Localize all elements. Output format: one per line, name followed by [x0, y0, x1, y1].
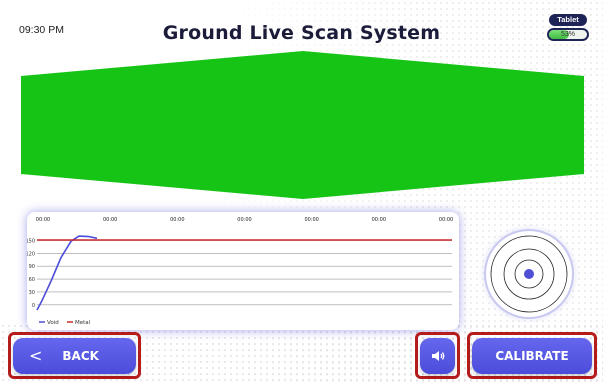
scan-shape: [21, 51, 584, 199]
x-tick-label: 00:00: [36, 217, 50, 223]
speaker-icon: [431, 351, 444, 361]
bottom-bar: < BACK CALIBRATE: [0, 329, 603, 383]
x-tick-label: 00:00: [372, 217, 386, 223]
calibrate-button[interactable]: CALIBRATE: [472, 338, 592, 374]
x-tick-label: 00:00: [237, 217, 251, 223]
sound-button[interactable]: [420, 338, 455, 374]
target-indicator: [484, 229, 574, 319]
y-tick-label: 90: [29, 264, 35, 270]
x-tick-label: 00:00: [304, 217, 318, 223]
x-tick-label: 00:00: [103, 217, 117, 223]
y-tick-label: 30: [29, 290, 35, 296]
legend-label: Metal: [75, 320, 91, 326]
calibrate-button-label: CALIBRATE: [495, 349, 569, 363]
scan-visualization: [21, 51, 584, 199]
chart-panel: 0 30 60 90 120 150 00:00 00:00 00:00 00:00 00:00 00…: [27, 212, 459, 330]
y-tick-label: 60: [29, 277, 35, 283]
back-button[interactable]: < BACK: [13, 338, 136, 374]
x-tick-label: 00:00: [170, 217, 184, 223]
chevron-left-icon: <: [29, 346, 43, 365]
page-title: Ground Live Scan System: [162, 22, 441, 44]
x-tick-label: 00:00: [439, 217, 453, 223]
signal-chart: 0 30 60 90 120 150 00:00 00:00 00:00 00:00 00:00 00…: [27, 217, 453, 326]
legend-label: Void: [47, 320, 59, 326]
device-label: Tablet: [549, 14, 587, 26]
target-dot: [524, 269, 534, 279]
y-tick-label: 120: [27, 251, 35, 257]
series-line-void: [36, 235, 98, 311]
y-tick-label: 150: [27, 238, 35, 244]
back-button-label: BACK: [62, 349, 99, 363]
y-tick-label: 0: [32, 303, 35, 309]
battery-indicator: Tablet 53%: [547, 14, 589, 44]
battery-percent: 53%: [560, 31, 575, 38]
battery-icon: 53%: [547, 28, 589, 41]
